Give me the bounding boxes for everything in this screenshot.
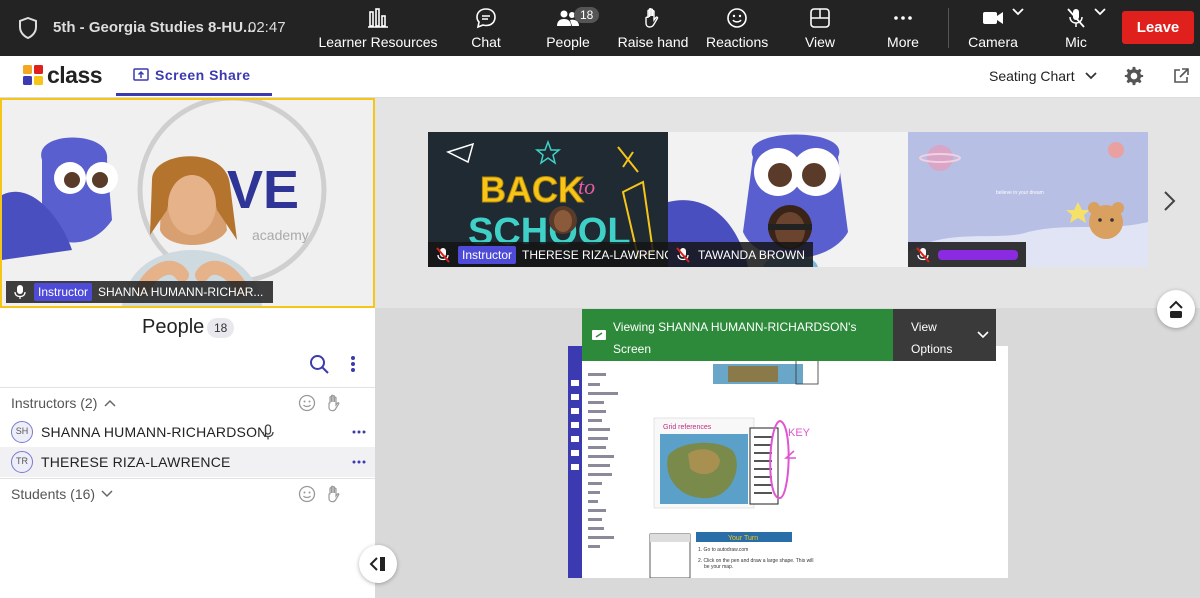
svg-text:Grid references: Grid references — [663, 424, 712, 431]
instructor-name: SHANNA HUMANN-RICHAR... — [98, 285, 264, 299]
mic-muted-icon — [436, 246, 450, 263]
mic-icon — [262, 424, 274, 440]
class-header: class Screen Share Seating Chart — [0, 56, 1200, 98]
screen-share-icon — [592, 330, 606, 340]
leave-button[interactable]: Leave — [1122, 11, 1194, 44]
svg-text:Your Turn: Your Turn — [728, 535, 758, 542]
tab-screen-share[interactable]: Screen Share — [116, 56, 272, 96]
scroll-up-icon — [1169, 300, 1183, 318]
avatar: SH — [11, 421, 33, 443]
view-options-button[interactable]: View Options — [893, 309, 996, 361]
chat-button[interactable]: Chat — [464, 6, 508, 52]
participant-name-bar: Instructor THERESE RIZA-LAWRENCE — [428, 242, 668, 267]
person-name: SHANNA HUMANN-RICHARDSON — [41, 424, 268, 440]
divider — [0, 387, 375, 388]
participant-name-bar — [908, 242, 1026, 267]
hand-icon[interactable] — [326, 485, 342, 503]
svg-text:academy: academy — [252, 227, 309, 243]
instructor-name-bar: Instructor SHANNA HUMANN-RICHAR... — [6, 281, 274, 303]
screen-share-icon — [133, 68, 149, 81]
meeting-title: 5th - Georgia Studies 8-HU... — [53, 19, 256, 36]
gear-icon[interactable] — [1124, 66, 1144, 86]
smiley-icon — [727, 8, 747, 28]
search-icon[interactable] — [309, 354, 329, 374]
top-toolbar: 5th - Georgia Studies 8-HU... 02:47 Lear… — [0, 0, 1200, 56]
more-dots-icon[interactable] — [352, 430, 366, 434]
mic-muted-icon — [1067, 8, 1085, 28]
participant-name-bar: TAWANDA BROWN — [668, 242, 813, 267]
chevron-right-icon[interactable] — [1163, 190, 1177, 212]
bar-chart-icon — [368, 8, 388, 28]
collapse-sidebar-icon — [369, 557, 385, 571]
smiley-icon[interactable] — [298, 394, 316, 412]
svg-text:believe in your dream: believe in your dream — [996, 190, 1044, 196]
participant-name: THERESE RIZA-LAWRENCE — [522, 247, 668, 262]
students-section-header[interactable]: Students (16) — [11, 486, 95, 502]
svg-text:be your map.: be your map. — [704, 564, 733, 570]
shield-icon[interactable] — [18, 17, 38, 39]
participant-name: TAWANDA BROWN — [698, 247, 805, 262]
person-name: THERESE RIZA-LAWRENCE — [41, 454, 231, 470]
shared-screen-content[interactable]: Grid references KEY Your Turn 1. Go to a… — [568, 346, 1008, 578]
class-logo-icon — [23, 65, 43, 85]
participant-tile[interactable]: believe in your dream — [908, 132, 1148, 267]
participant-tile[interactable]: TAWANDA BROWN — [668, 132, 908, 267]
meeting-timer: 02:47 — [248, 19, 286, 36]
mic-muted-icon — [916, 246, 930, 263]
toolbar-divider — [948, 8, 949, 48]
people-count-badge: 18 — [574, 7, 600, 23]
instructor-role-tag: Instructor — [34, 283, 93, 301]
popout-icon[interactable] — [1173, 68, 1189, 84]
camera-options-caret-icon[interactable] — [1012, 8, 1024, 16]
people-panel: People 18 Instructors (2) SH SHANNA HUMA… — [0, 308, 375, 598]
seating-chart-dropdown[interactable]: Seating Chart — [989, 68, 1075, 84]
svg-text:to: to — [578, 174, 595, 199]
svg-text:1. Go to autodraw.com: 1. Go to autodraw.com — [698, 547, 748, 553]
instructors-section-header[interactable]: Instructors (2) — [11, 395, 97, 411]
kebab-menu-icon[interactable] — [350, 355, 356, 373]
divider — [0, 478, 375, 479]
reactions-button[interactable]: Reactions — [706, 6, 768, 52]
avatar: TR — [11, 451, 33, 473]
svg-text:KEY: KEY — [788, 427, 811, 439]
more-dots-icon — [894, 16, 912, 20]
more-dots-icon[interactable] — [352, 460, 366, 464]
mic-options-caret-icon[interactable] — [1094, 8, 1106, 16]
people-button[interactable]: People 18 — [544, 6, 600, 52]
hand-icon[interactable] — [326, 394, 342, 412]
grid-view-icon — [810, 8, 830, 28]
instructor-row[interactable]: SH SHANNA HUMANN-RICHARDSON — [0, 417, 375, 447]
learner-resources-button[interactable]: Learner Resources — [318, 6, 438, 52]
chevron-down-icon[interactable] — [101, 490, 113, 498]
mic-button[interactable]: Mic — [1062, 6, 1090, 52]
svg-text:BACK: BACK — [480, 169, 584, 210]
chevron-down-icon[interactable] — [1085, 72, 1097, 80]
mic-muted-icon — [676, 246, 690, 263]
class-logo-text: class — [47, 62, 103, 88]
chevron-up-icon[interactable] — [104, 399, 116, 407]
participant-gallery: BACK to SCHOOL Instructor THERESE RIZA-L… — [375, 98, 1200, 308]
scroll-up-button[interactable] — [1157, 290, 1195, 328]
collapse-panel-button[interactable] — [359, 545, 397, 583]
more-button[interactable]: More — [884, 6, 922, 52]
participant-role-tag: Instructor — [458, 245, 517, 264]
participant-tile[interactable]: BACK to SCHOOL Instructor THERESE RIZA-L… — [428, 132, 668, 267]
raise-hand-button[interactable]: Raise hand — [616, 6, 690, 52]
instructor-row[interactable]: TR THERESE RIZA-LAWRENCE — [0, 447, 375, 477]
people-panel-title: People — [142, 316, 205, 338]
chevron-down-icon — [977, 331, 989, 339]
viewing-screen-banner: Viewing SHANNA HUMANN-RICHARDSON's Scree… — [582, 309, 893, 361]
instructor-video-tile[interactable]: IVE academy Instructor SHANNA HUMANN-RIC… — [0, 98, 375, 308]
participant-name-redacted — [938, 249, 1018, 260]
view-button[interactable]: View — [802, 6, 838, 52]
shared-screen-image: Grid references KEY Your Turn 1. Go to a… — [568, 346, 1008, 578]
people-count-badge: 18 — [207, 318, 235, 338]
smiley-icon[interactable] — [298, 485, 316, 503]
chat-icon — [476, 8, 496, 29]
mic-icon — [14, 285, 26, 299]
camera-icon — [983, 12, 1003, 24]
instructor-video-feed: IVE academy — [2, 100, 373, 306]
viewing-screen-text: Viewing SHANNA HUMANN-RICHARDSON's Scree… — [613, 320, 857, 356]
hand-icon — [645, 8, 659, 28]
